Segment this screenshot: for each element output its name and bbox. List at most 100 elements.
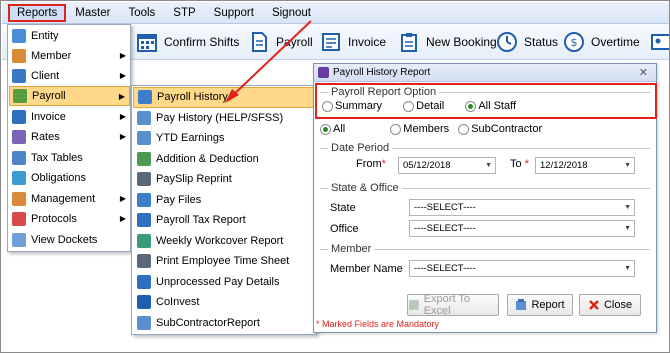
submenu-item-label: Print Employee Time Sheet <box>156 255 290 268</box>
menu-item-label: Management <box>31 193 96 205</box>
dropdown-arrow-icon: ▼ <box>624 225 631 232</box>
submenu-item-print-timesheet[interactable]: Print Employee Time Sheet <box>133 251 316 272</box>
submenu-item-weekly-workcover[interactable]: Weekly Workcover Report <box>133 231 316 252</box>
menu-item-member[interactable]: Member ▶ <box>9 46 130 66</box>
member-name-value: ----SELECT---- <box>414 263 476 274</box>
svg-text:$: $ <box>571 36 578 49</box>
menu-tools[interactable]: Tools <box>119 4 164 22</box>
close-icon[interactable]: ✕ <box>639 66 648 79</box>
printer-icon <box>137 172 151 187</box>
menu-reports[interactable]: Reports <box>8 3 67 22</box>
to-label: To * <box>510 158 529 170</box>
menu-item-label: Entity <box>31 30 59 42</box>
submenu-item-pay-files[interactable]: Pay Files <box>133 190 316 211</box>
radio-subcontractor[interactable]: SubContractor <box>458 123 542 135</box>
status-button[interactable]: Status <box>496 29 558 55</box>
menu-item-management[interactable]: Management ▶ <box>9 189 130 209</box>
menu-item-label: Obligations <box>31 172 87 184</box>
menu-item-protocols[interactable]: Protocols ▶ <box>9 209 130 229</box>
state-office-label: State & Office <box>328 182 402 194</box>
submenu-item-pay-history-help[interactable]: Pay History (HELP/SFSS) <box>133 108 316 129</box>
protocols-icon <box>12 212 26 226</box>
overtime-button[interactable]: $ Overtime <box>563 29 640 55</box>
invoice-button[interactable]: Invoice <box>320 29 386 55</box>
submenu-item-ytd-earnings[interactable]: YTD Earnings <box>133 128 316 149</box>
submenu-item-payslip-reprint[interactable]: PaySlip Reprint <box>133 169 316 190</box>
member-label: Member <box>328 243 375 255</box>
id-card-icon <box>651 34 669 50</box>
menu-stp[interactable]: STP <box>164 4 204 22</box>
clock-icon <box>497 32 517 52</box>
report-icon <box>137 315 151 330</box>
state-select[interactable]: ----SELECT---- ▼ <box>409 199 635 216</box>
report-icon <box>516 299 527 310</box>
radio-subcontractor-label: SubContractor <box>471 123 543 136</box>
tax-tables-icon <box>12 151 26 165</box>
menu-item-view-dockets[interactable]: View Dockets <box>9 230 130 250</box>
menu-master[interactable]: Master <box>66 4 119 22</box>
submenu-arrow-icon: ▶ <box>118 92 125 101</box>
submenu-item-label: Pay Files <box>156 193 202 206</box>
profile-button[interactable] <box>650 29 669 55</box>
menu-item-label: Member <box>31 50 72 62</box>
mandatory-note: * Marked Fields are Mandatory <box>316 319 440 329</box>
menu-item-rates[interactable]: Rates ▶ <box>9 127 130 147</box>
to-date-field[interactable]: 12/12/2018 ▼ <box>535 157 635 174</box>
annotation-arrow-icon <box>225 20 312 103</box>
coinvest-icon <box>137 295 151 310</box>
menu-item-obligations[interactable]: Obligations <box>9 168 130 188</box>
dialog-title: Payroll History Report <box>333 67 431 78</box>
submenu-arrow-icon: ▶ <box>119 214 126 223</box>
printer-icon <box>137 254 151 269</box>
submenu-item-label: PaySlip Reprint <box>156 173 232 186</box>
scope-radio-group: All Members SubContractor <box>320 123 542 135</box>
menu-item-label: Tax Tables <box>31 152 83 164</box>
radio-all[interactable]: All <box>320 123 345 135</box>
dropdown-arrow-icon: ▼ <box>485 162 492 169</box>
close-label: Close <box>603 299 633 311</box>
submenu-item-unprocessed-pay[interactable]: Unprocessed Pay Details <box>133 272 316 293</box>
new-booking-button[interactable]: New Booking <box>398 29 497 55</box>
from-date-field[interactable]: 05/12/2018 ▼ <box>398 157 496 174</box>
client-icon <box>12 69 26 83</box>
office-label: Office <box>330 223 359 235</box>
invoice-icon <box>322 33 340 51</box>
to-date-value: 12/12/2018 <box>540 160 588 171</box>
report-icon <box>137 274 151 289</box>
entity-icon <box>12 29 26 43</box>
menu-item-entity[interactable]: Entity <box>9 26 130 46</box>
date-period-label: Date Period <box>328 142 393 154</box>
report-button[interactable]: Report <box>507 294 573 316</box>
submenu-item-coinvest[interactable]: CoInvest <box>133 292 316 313</box>
submenu-item-label: Payroll Tax Report <box>156 214 246 227</box>
reports-menu: Entity Member ▶ Client ▶ Payroll ▶ Invoi… <box>7 24 131 252</box>
menu-item-label: Payroll <box>32 90 66 102</box>
app-window: Reports Master Tools STP Support Signout… <box>0 0 670 353</box>
office-select[interactable]: ----SELECT---- ▼ <box>409 220 635 237</box>
menu-item-label: Protocols <box>31 213 77 225</box>
export-to-excel-button[interactable]: Export To Excel <box>407 293 499 317</box>
submenu-item-payroll-tax-report[interactable]: Payroll Tax Report <box>133 210 316 231</box>
new-booking-label: New Booking <box>426 35 497 49</box>
submenu-item-label: Pay History (HELP/SFSS) <box>156 111 284 124</box>
close-button[interactable]: Close <box>579 294 641 316</box>
from-date-value: 05/12/2018 <box>403 160 451 171</box>
submenu-item-label: Addition & Deduction <box>156 152 259 165</box>
state-select-value: ----SELECT---- <box>414 202 476 213</box>
clipboard-icon <box>401 33 417 52</box>
menu-item-tax-tables[interactable]: Tax Tables <box>9 148 130 168</box>
radio-members[interactable]: Members <box>390 123 449 135</box>
menu-item-client[interactable]: Client ▶ <box>9 66 130 86</box>
from-label: From* <box>356 158 386 170</box>
submenu-arrow-icon: ▶ <box>119 51 126 60</box>
calendar-icon <box>137 34 157 52</box>
menu-item-invoice[interactable]: Invoice ▶ <box>9 107 130 127</box>
submenu-item-subcontractor-report[interactable]: SubContractorReport <box>133 313 316 334</box>
radio-members-label: Members <box>403 123 450 136</box>
report-label: Report <box>531 299 565 311</box>
member-name-select[interactable]: ----SELECT---- ▼ <box>409 260 635 277</box>
member-name-label: Member Name <box>330 263 403 275</box>
menu-item-payroll[interactable]: Payroll ▶ <box>9 86 130 106</box>
submenu-item-label: YTD Earnings <box>156 132 225 145</box>
submenu-item-addition-deduction[interactable]: Addition & Deduction <box>133 149 316 170</box>
